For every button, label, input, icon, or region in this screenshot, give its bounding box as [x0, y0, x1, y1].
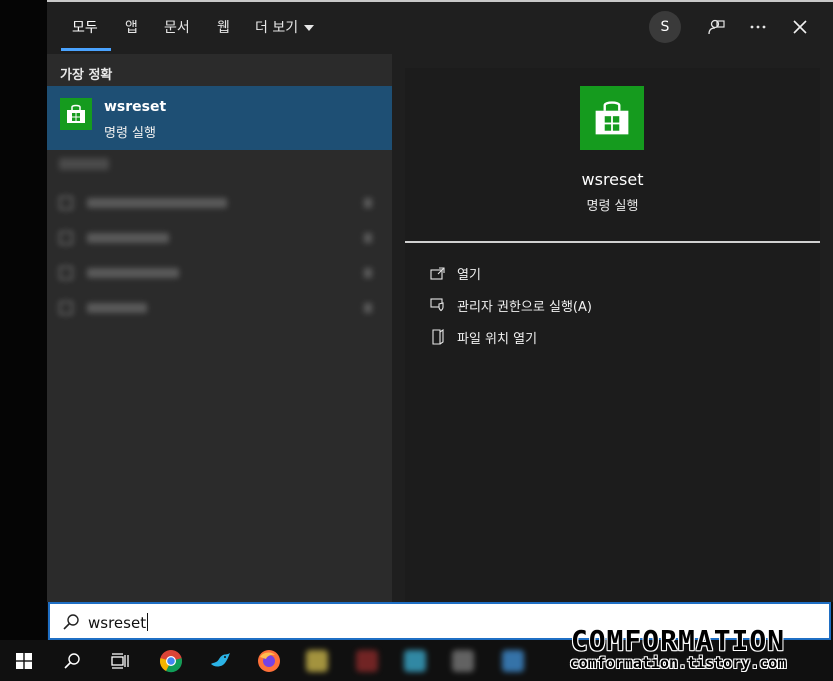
screen: 모두 앱 문서 웹 더 보기 S 가장 정확 wsreset 명령 실행 wsr… [0, 0, 833, 681]
detail-subtitle: 명령 실행 [586, 199, 639, 214]
task-view-icon[interactable] [97, 640, 143, 681]
open-file-location-label: 파일 위치 열기 [457, 331, 538, 347]
run-as-admin-label: 관리자 권한으로 실행(A) [457, 299, 592, 315]
open-icon [429, 265, 445, 281]
blurred-taskbar-app [404, 650, 426, 672]
best-match-title: wsreset [104, 99, 167, 115]
shield-icon [429, 297, 445, 313]
feedback-icon[interactable] [703, 14, 729, 40]
search-panel: 모두 앱 문서 웹 더 보기 S 가장 정확 wsreset 명령 실행 wsr… [47, 2, 833, 602]
best-match-subtitle: 명령 실행 [104, 126, 156, 141]
store-app-large-icon [580, 86, 644, 150]
avatar[interactable]: S [649, 11, 681, 43]
blurred-taskbar-app [306, 650, 328, 672]
best-match-heading: 가장 정확 [60, 68, 113, 83]
open-label: 열기 [457, 267, 481, 283]
file-location-icon [429, 329, 445, 345]
tab-all[interactable]: 모두 [72, 17, 98, 37]
more-icon[interactable] [745, 14, 771, 40]
chrome-icon[interactable] [148, 640, 194, 681]
search-query: wsreset [88, 613, 149, 632]
open-file-location-action[interactable]: 파일 위치 열기 [429, 327, 537, 347]
store-app-icon [60, 98, 92, 130]
best-match-item[interactable]: wsreset 명령 실행 [47, 86, 392, 150]
run-as-admin-action[interactable]: 관리자 권한으로 실행(A) [429, 295, 592, 315]
blurred-heading [59, 158, 109, 170]
detail-pane: wsreset 명령 실행 열기 관리자 권한으로 실행(A) 파일 위치 열기 [405, 68, 820, 602]
open-action[interactable]: 열기 [429, 263, 481, 283]
search-icon[interactable] [49, 640, 95, 681]
blurred-taskbar-app [452, 650, 474, 672]
detail-title: wsreset [581, 170, 644, 189]
tab-apps[interactable]: 앱 [125, 17, 138, 37]
close-icon[interactable] [787, 14, 813, 40]
watermark-url: comformation.tistory.com [569, 654, 787, 672]
chevron-down-icon [304, 25, 315, 31]
watermark-title: COMFORMATION [570, 624, 786, 657]
text-cursor [147, 613, 149, 631]
search-icon [62, 613, 80, 631]
blurred-results [47, 154, 392, 334]
blurred-taskbar-app [356, 650, 378, 672]
bird-app-icon[interactable] [197, 640, 243, 681]
blurred-taskbar-app [502, 650, 524, 672]
desktop-left-edge [0, 0, 47, 640]
tab-more[interactable]: 더 보기 [255, 17, 315, 37]
tab-more-label: 더 보기 [255, 20, 299, 36]
tab-documents[interactable]: 문서 [164, 17, 190, 37]
active-tab-indicator [61, 48, 111, 51]
tab-web[interactable]: 웹 [217, 17, 230, 37]
divider [405, 241, 820, 243]
search-tabs-bar: 모두 앱 문서 웹 더 보기 S [47, 2, 833, 54]
firefox-icon[interactable] [246, 640, 292, 681]
results-list: 가장 정확 wsreset 명령 실행 [47, 54, 392, 602]
search-query-text: wsreset [88, 614, 147, 632]
windows-start-icon[interactable] [1, 640, 47, 681]
watermark: COMFORMATION comformation.tistory.com [528, 624, 828, 674]
